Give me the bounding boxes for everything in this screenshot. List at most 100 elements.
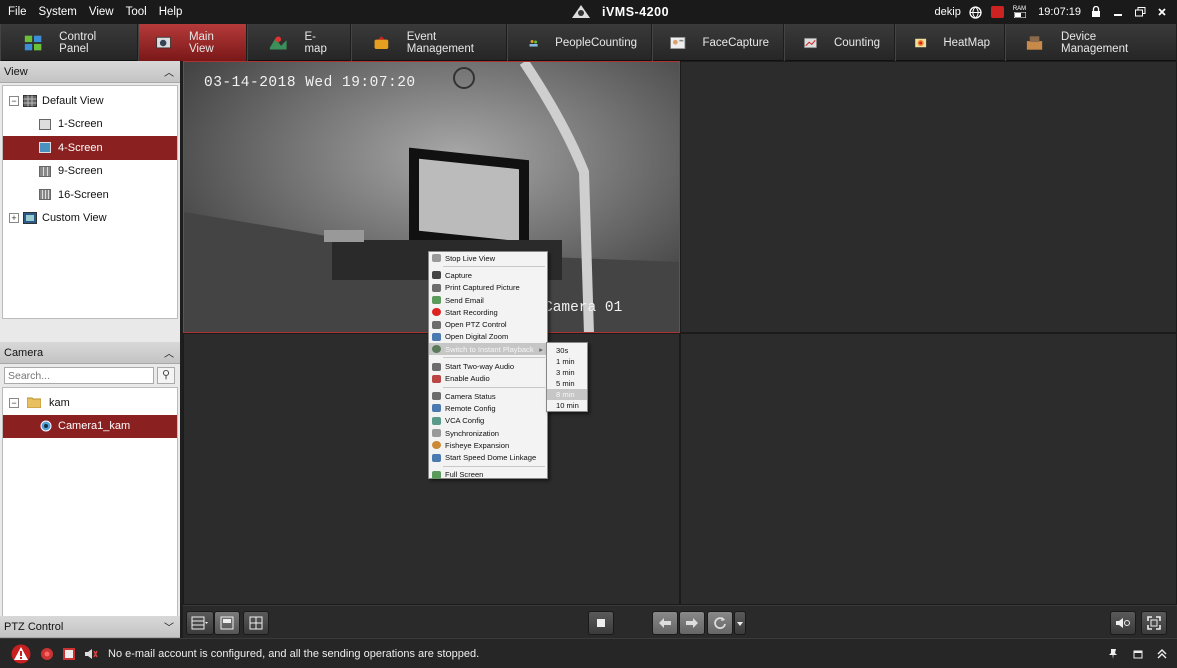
counting-icon [804, 37, 817, 48]
submenu-item-1-min[interactable]: 1 min [547, 356, 587, 367]
restore-icon[interactable] [1133, 5, 1147, 19]
warning-icon[interactable] [10, 644, 32, 664]
restore-panel-icon[interactable] [1133, 649, 1143, 659]
tab-face-capture[interactable]: FaceCapture [652, 24, 784, 61]
expand-toggle[interactable]: + [9, 213, 19, 224]
minimize-icon[interactable] [1111, 5, 1125, 19]
tree-item-camera1-kam[interactable]: Camera1_kam [3, 414, 177, 438]
osd-camera-name: Camera 01 [544, 300, 623, 316]
menu-item-switch-to-instant-playback[interactable]: Switch to Instant Playback ▸ [429, 343, 547, 356]
video-cell-2[interactable] [680, 61, 1177, 333]
app-title: iVMS-4200 [602, 5, 670, 19]
window-division-button[interactable] [186, 611, 214, 635]
menu-item-full-screen[interactable]: Full Screen [429, 469, 547, 481]
stop-all-live-view-button[interactable] [588, 611, 614, 635]
save-view-icon [220, 616, 234, 630]
menu-help[interactable]: Help [153, 0, 189, 24]
event-icon[interactable] [62, 647, 76, 661]
menu-item-open-digital-zoom[interactable]: Open Digital Zoom [429, 331, 547, 343]
tab-heatmap[interactable]: HeatMap [895, 24, 1005, 61]
menu-item-remote-config[interactable]: Remote Config [429, 402, 547, 414]
tab-label: E-map [304, 30, 327, 55]
previous-page-button[interactable] [652, 611, 678, 635]
tree-item-4-screen[interactable]: 4-Screen [3, 136, 177, 160]
screen-layout-icon [39, 118, 51, 130]
menu-item-open-ptz-control[interactable]: Open PTZ Control [429, 318, 547, 330]
submenu-item-8-min[interactable]: 8 min [547, 389, 587, 400]
menu-item-send-email[interactable]: Send Email [429, 294, 547, 306]
camera-search-input[interactable] [4, 367, 154, 384]
menu-item-start-recording[interactable]: Start Recording [429, 306, 547, 318]
tab-event-management[interactable]: Event Management [351, 24, 507, 61]
menu-view[interactable]: View [83, 0, 120, 24]
tab-device-management[interactable]: Device Management [1005, 24, 1177, 61]
tree-item-label: 1-Screen [58, 118, 103, 131]
lock-icon[interactable] [1089, 5, 1103, 19]
app-logo-icon [572, 5, 590, 18]
menu-item-enable-audio[interactable]: Enable Audio [429, 373, 547, 385]
video-cell-4[interactable] [680, 333, 1177, 605]
auto-switch-dropdown[interactable] [734, 611, 746, 635]
tab-e-map[interactable]: E-map [247, 24, 351, 61]
tree-item-default-view[interactable]: − Default View [3, 89, 177, 113]
chevron-down-icon[interactable]: ﹀ [158, 619, 180, 634]
collapse-toggle[interactable]: − [9, 95, 19, 106]
alarm-icon[interactable] [40, 647, 54, 661]
save-view-button[interactable] [214, 611, 240, 635]
submenu-item-10-min[interactable]: 10 min [547, 400, 587, 411]
emap-icon [269, 35, 287, 50]
menu-file[interactable]: File [2, 0, 33, 24]
next-page-button[interactable] [679, 611, 705, 635]
menu-item-label: Full Screen [445, 470, 484, 480]
volume-button[interactable] [1110, 611, 1136, 635]
menu-item-start-speed-dome-linkage[interactable]: Start Speed Dome Linkage [429, 451, 547, 463]
tab-control-panel[interactable]: Control Panel [0, 24, 138, 61]
pin-icon[interactable] [1107, 648, 1119, 660]
submenu-item-5-min[interactable]: 5 min [547, 378, 587, 389]
close-icon[interactable] [1155, 5, 1169, 19]
auto-switch-button[interactable] [707, 611, 733, 635]
menu-item-fisheye-expansion[interactable]: Fisheye Expansion [429, 439, 547, 451]
chevron-double-up-icon[interactable] [1157, 648, 1167, 659]
menu-item-synchronization[interactable]: Synchronization [429, 427, 547, 439]
tree-item-label: kam [49, 396, 70, 409]
chevron-up-icon[interactable]: ︿ [158, 64, 180, 79]
tab-counting[interactable]: Counting [784, 24, 895, 61]
tree-item-1-screen[interactable]: 1-Screen [3, 113, 177, 137]
speaker-icon [1116, 618, 1130, 628]
tree-item-16-screen[interactable]: 16-Screen [3, 183, 177, 207]
tree-item-9-screen[interactable]: 9-Screen [3, 160, 177, 184]
custom-layout-button[interactable] [243, 611, 269, 635]
tree-item-custom-view[interactable]: + Custom View [3, 207, 177, 231]
tree-item-label: Camera1_kam [58, 420, 131, 433]
camera-tree: − kam Camera1_kam [2, 387, 178, 629]
tab-main-view[interactable]: Main View [138, 24, 247, 61]
submenu-item-3-min[interactable]: 3 min [547, 367, 587, 378]
menu-item-start-two-way-audio[interactable]: Start Two-way Audio [429, 360, 547, 372]
menu-tool[interactable]: Tool [120, 0, 153, 24]
search-icon[interactable]: ⚲ [157, 367, 175, 384]
view-tree: − Default View 1-Screen 4-Screen 9-Screen… [2, 85, 178, 319]
menu-item-print-captured-picture[interactable]: Print Captured Picture [429, 282, 547, 294]
collapse-toggle[interactable]: − [9, 397, 19, 408]
chevron-up-icon[interactable]: ︿ [158, 345, 180, 360]
instant-playback-submenu: 30s 1 min 3 min 5 min 8 min 10 min [546, 342, 588, 412]
globe-icon[interactable] [969, 5, 983, 19]
tab-people-counting[interactable]: PeopleCounting [507, 24, 652, 61]
camera-panel-header[interactable]: Camera ︿ [0, 342, 180, 364]
sound-alert-icon[interactable] [84, 647, 98, 661]
ptz-panel-header[interactable]: PTZ Control ﹀ [0, 616, 180, 638]
menu-item-label: Enable Audio [445, 374, 490, 384]
menu-item-label: Switch to Instant Playback [445, 344, 534, 354]
menu-item-capture[interactable]: Capture [429, 269, 547, 281]
menu-item-stop-live-view[interactable]: Stop Live View [429, 252, 547, 264]
menu-item-camera-status[interactable]: Camera Status [429, 390, 547, 402]
menu-item-vca-config[interactable]: VCA Config [429, 415, 547, 427]
menu-system[interactable]: System [33, 0, 83, 24]
submenu-item-30s[interactable]: 30s [547, 345, 587, 356]
full-screen-button[interactable] [1141, 611, 1167, 635]
ptz-icon [432, 320, 441, 329]
view-panel-header[interactable]: View ︿ [0, 61, 180, 83]
alarm-status-icon[interactable] [991, 5, 1005, 19]
tree-item-group-kam[interactable]: − kam [3, 391, 177, 415]
